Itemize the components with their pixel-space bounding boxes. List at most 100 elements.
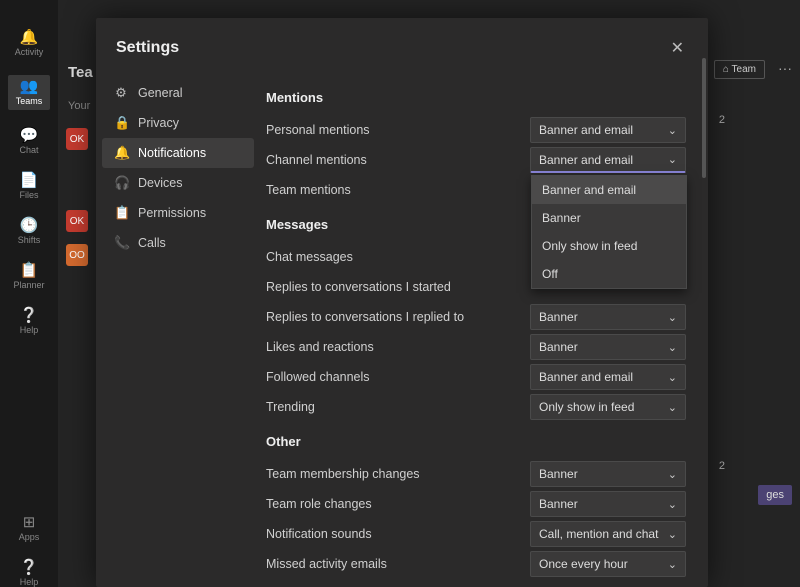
setting-select[interactable]: Call, mention and chat⌄	[530, 521, 686, 547]
rail-item-teams[interactable]: 👥 Teams	[8, 75, 51, 110]
setting-label: Notification sounds	[266, 527, 530, 541]
nav-item-calls[interactable]: 📞Calls	[96, 228, 260, 258]
teams-icon: 👥	[20, 79, 39, 94]
teams-heading: Tea	[68, 64, 93, 81]
help-icon: ❔	[20, 560, 39, 575]
rail-label: Help	[20, 577, 39, 587]
team-avatar[interactable]: OK	[66, 210, 88, 232]
setting-row: Notification soundsCall, mention and cha…	[266, 519, 686, 549]
apps-icon: ⊞	[23, 515, 36, 530]
rail-label: Files	[19, 190, 38, 200]
close-icon[interactable]: ✕	[667, 34, 688, 62]
dropdown-option[interactable]: Only show in feed	[532, 232, 686, 260]
help-icon: ❔	[20, 308, 39, 323]
setting-select[interactable]: Banner ⌄	[530, 304, 686, 330]
rail-label: Planner	[13, 280, 44, 290]
devices-icon: 🎧	[114, 175, 128, 191]
setting-row: Followed channels Banner and email ⌄	[266, 362, 686, 392]
select-value: Banner	[539, 497, 578, 511]
setting-row: Likes and reactionsBanner⌄	[266, 332, 686, 362]
nav-label: General	[138, 86, 182, 100]
settings-title: Settings	[116, 39, 179, 57]
rail-label: Chat	[19, 145, 38, 155]
setting-label: Team role changes	[266, 497, 530, 511]
setting-label: Team membership changes	[266, 467, 530, 481]
shifts-icon: 🕒	[20, 218, 39, 233]
app-rail: 🔔 Activity 👥 Teams 💬 Chat 📄Files 🕒Shifts 📋Planne…	[0, 0, 58, 587]
setting-row: Channel mentionsBanner and email⌄Banner …	[266, 145, 686, 175]
setting-select[interactable]: Banner and email⌄Banner and emailBannerO…	[530, 147, 686, 173]
chevron-down-icon: ⌄	[668, 558, 677, 571]
rail-item-planner[interactable]: 📋Planner	[13, 263, 44, 290]
setting-label: Trending	[266, 400, 530, 414]
nav-label: Notifications	[138, 146, 206, 160]
nav-item-privacy[interactable]: 🔒 Privacy	[96, 108, 260, 138]
setting-row: Missed activity emailsOnce every hour⌄	[266, 549, 686, 579]
setting-select[interactable]: Banner⌄	[530, 491, 686, 517]
rail-label: Apps	[19, 532, 40, 542]
rail-item-files[interactable]: 📄Files	[19, 173, 38, 200]
rail-item-apps[interactable]: ⊞ Apps	[19, 515, 40, 542]
more-button[interactable]: ···	[778, 60, 792, 76]
dropdown-option[interactable]: Banner	[532, 204, 686, 232]
select-value: Banner	[539, 310, 578, 324]
settings-modal: Settings ✕ ⚙ General 🔒 Privacy 🔔 Notification…	[96, 18, 708, 587]
setting-select[interactable]: Banner and email⌄	[530, 117, 686, 143]
meetings-chip[interactable]: ges	[758, 485, 792, 505]
unread-badge: 2	[719, 460, 725, 472]
nav-item-permissions[interactable]: 📋Permissions	[96, 198, 260, 228]
setting-select[interactable]: Banner⌄	[530, 334, 686, 360]
settings-nav: ⚙ General 🔒 Privacy 🔔 Notifications 🎧 Devices 📋P…	[96, 72, 260, 587]
setting-label: Followed channels	[266, 370, 530, 384]
scrollbar-thumb[interactable]	[702, 58, 706, 178]
your-teams-label: Your	[68, 100, 90, 112]
setting-row: Personal mentionsBanner and email⌄	[266, 115, 686, 145]
setting-select[interactable]: Once every hour ⌄	[530, 551, 686, 577]
notifications-icon: 🔔	[114, 145, 128, 161]
team-avatar[interactable]: OO	[66, 244, 88, 266]
rail-item-shifts[interactable]: 🕒Shifts	[18, 218, 41, 245]
setting-label: Channel mentions	[266, 153, 530, 167]
select-value: Once every hour	[539, 557, 628, 571]
select-value: Banner and email	[539, 370, 633, 384]
chevron-down-icon: ⌄	[668, 371, 677, 384]
nav-label: Devices	[138, 176, 182, 190]
activity-icon: 🔔	[20, 30, 39, 45]
rail-item-chat[interactable]: 💬 Chat	[19, 128, 38, 155]
dropdown-option[interactable]: Banner and email	[532, 176, 686, 204]
rail-item-help[interactable]: ❔Help	[20, 308, 39, 335]
team-button[interactable]: ⌂ Team	[714, 60, 765, 79]
general-icon: ⚙	[114, 85, 128, 101]
chevron-down-icon: ⌄	[668, 124, 677, 137]
section-heading: Mentions	[266, 90, 686, 105]
setting-row: Team role changesBanner⌄	[266, 489, 686, 519]
setting-row: TrendingOnly show in feed⌄	[266, 392, 686, 422]
chevron-down-icon: ⌄	[668, 311, 677, 324]
rail-label: Activity	[15, 47, 44, 57]
nav-item-general[interactable]: ⚙ General	[96, 78, 260, 108]
nav-label: Calls	[138, 236, 166, 250]
settings-content: MentionsPersonal mentionsBanner and emai…	[260, 72, 708, 587]
chevron-down-icon: ⌄	[668, 401, 677, 414]
rail-item-activity[interactable]: 🔔 Activity	[15, 30, 44, 57]
setting-label: Personal mentions	[266, 123, 530, 137]
nav-label: Privacy	[138, 116, 179, 130]
privacy-icon: 🔒	[114, 115, 128, 131]
setting-select[interactable]: Banner and email ⌄	[530, 364, 686, 390]
setting-select[interactable]: Banner⌄	[530, 461, 686, 487]
rail-item-help[interactable]: ❔ Help	[20, 560, 39, 587]
team-avatar[interactable]: OK	[66, 128, 88, 150]
dropdown-option[interactable]: Off	[532, 260, 686, 288]
chevron-down-icon: ⌄	[668, 153, 677, 166]
rail-label: Teams	[16, 96, 43, 106]
chat-icon: 💬	[20, 128, 39, 143]
nav-item-devices[interactable]: 🎧 Devices	[96, 168, 260, 198]
dropdown-menu: Banner and emailBannerOnly show in feedO…	[531, 175, 687, 289]
chevron-down-icon: ⌄	[668, 528, 677, 541]
setting-select[interactable]: Only show in feed⌄	[530, 394, 686, 420]
setting-row: Replies to conversations I replied toBan…	[266, 302, 686, 332]
settings-header: Settings ✕	[96, 18, 708, 72]
section-heading: Other	[266, 434, 686, 449]
select-value: Banner	[539, 340, 578, 354]
nav-item-notifications[interactable]: 🔔 Notifications	[102, 138, 254, 168]
